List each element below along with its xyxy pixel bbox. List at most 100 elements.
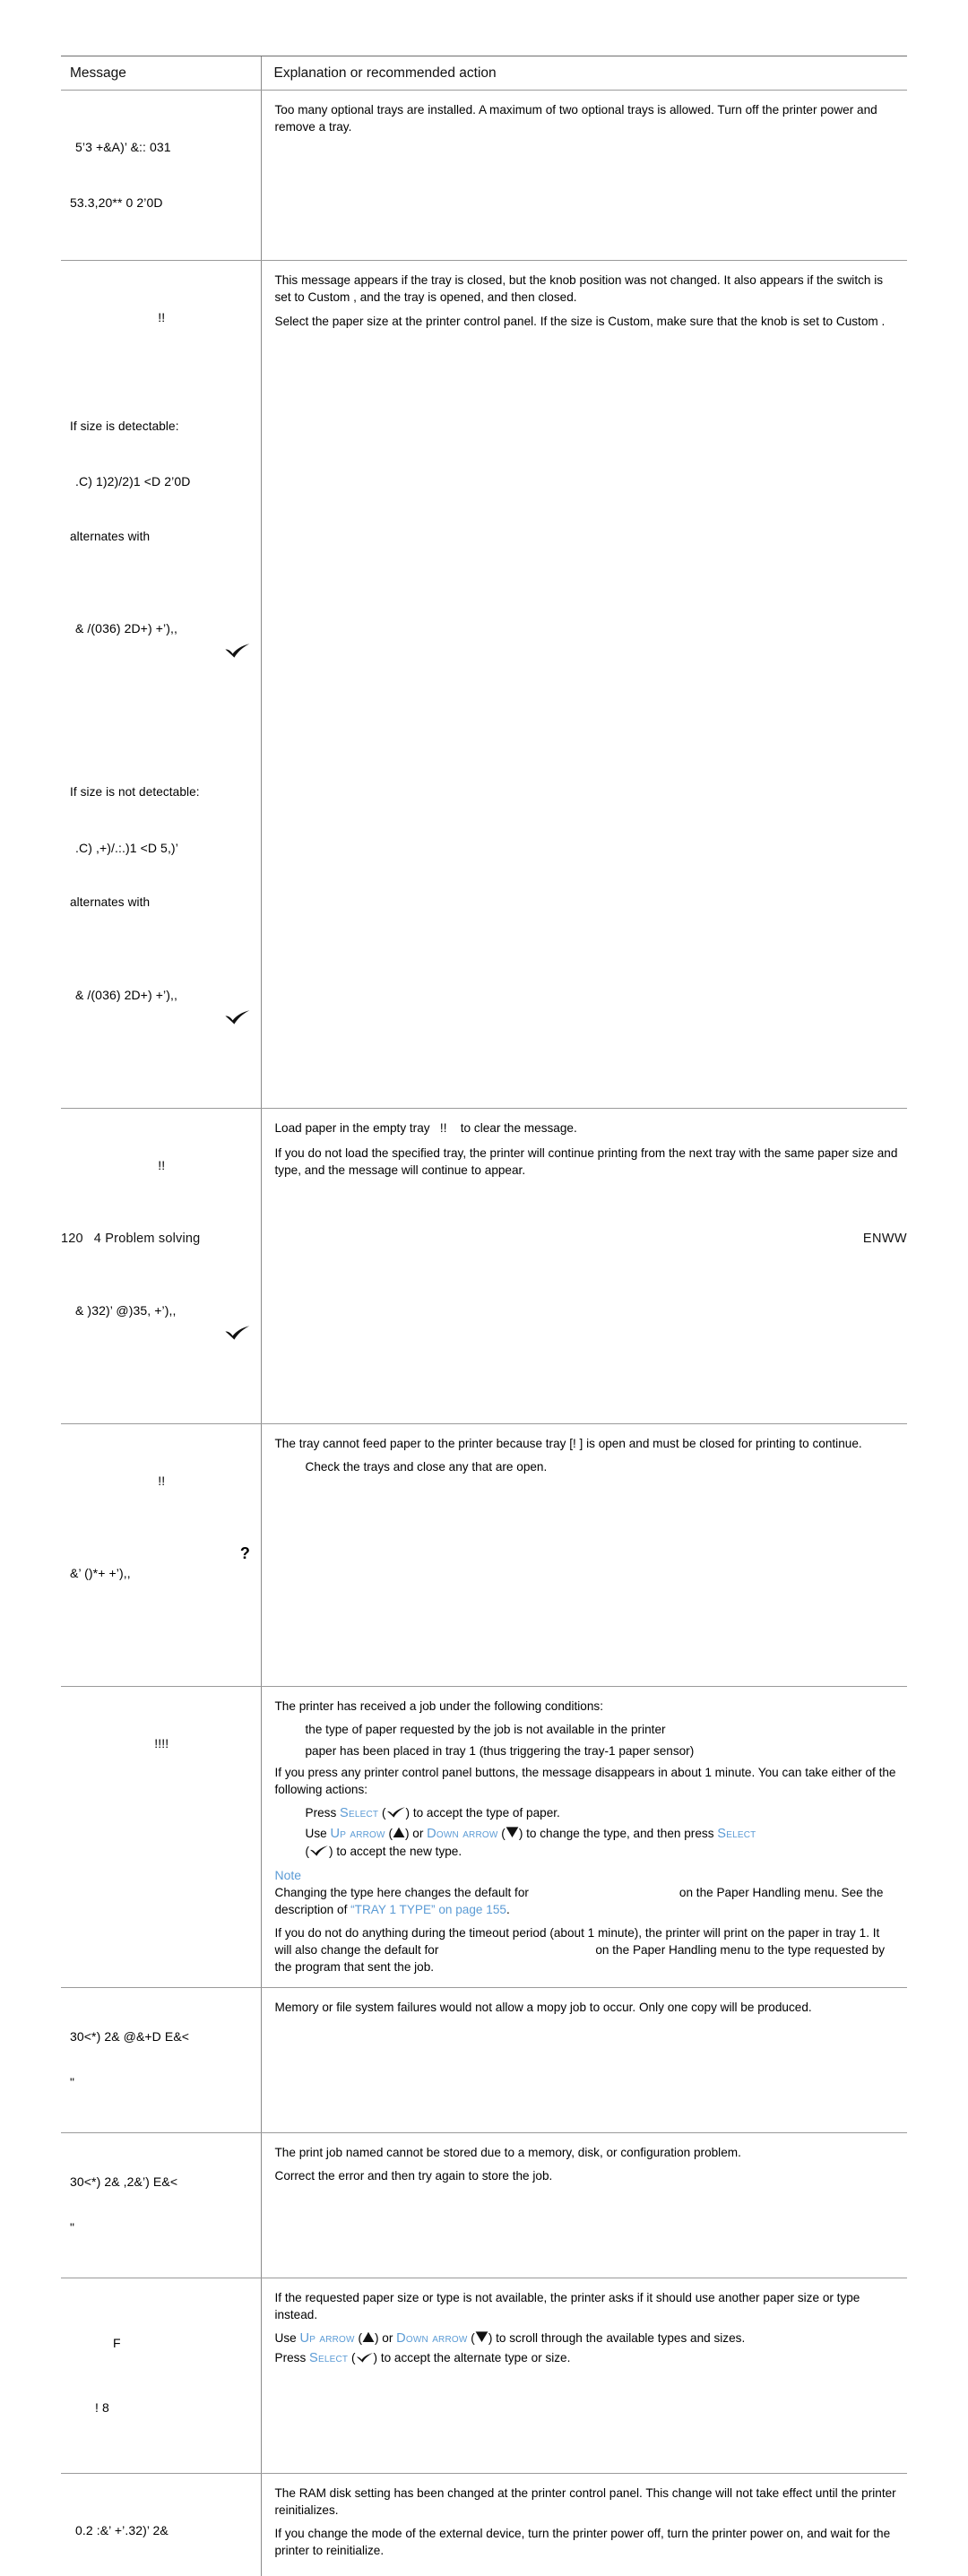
action-press-select: Press Select () to accept the type of pa… <box>305 1805 560 1820</box>
manual-page: Message Explanation or recommended actio… <box>0 0 968 2576</box>
triangle-down-icon <box>475 2330 488 2347</box>
message-code-line: 53.3,20** 0 2’0D <box>70 194 163 210</box>
footer-left: 120 4 Problem solving <box>61 1232 200 1246</box>
explanation-paragraph: If you press any printer control panel b… <box>274 1765 896 1796</box>
explanation-cell: Too many optional trays are installed. A… <box>260 90 907 261</box>
message-code-line: 5’3 +&A)’ &:: 031 <box>75 140 171 154</box>
explanation-cell: The tray cannot feed paper to the printe… <box>260 1423 907 1687</box>
table-row: 5’3 +&A)’ &:: 031 53.3,20** 0 2’0D Too m… <box>61 90 907 261</box>
text-fragment: ) to accept the new type. <box>329 1844 462 1858</box>
text-fragment: ) to accept the alternate type or size. <box>373 2350 571 2364</box>
action-scroll: Use Up arrow () or Down arrow () to scro… <box>274 2330 746 2347</box>
message-code-line: " <box>70 2074 75 2089</box>
table-row: 0.2 :&’ +’.32)’ 2& ’).3.2.0*.C) The RAM … <box>61 2473 907 2576</box>
explanation-intro: The printer has received a job under the… <box>274 1699 604 1713</box>
text-fragment: ) to change the type, and then press <box>518 1826 714 1840</box>
message-code-line: !! <box>158 1157 166 1172</box>
explanation-cell: The RAM disk setting has been changed at… <box>260 2473 907 2576</box>
table-row: !! If size is detectable: .C) 1)2)/2)1 <… <box>61 260 907 1109</box>
message-code-line: F <box>113 2335 121 2350</box>
message-code-line: !!!! <box>154 1735 169 1750</box>
condition-label: If size is not detectable: <box>70 785 200 799</box>
check-icon <box>356 2352 374 2364</box>
table-row: !! &’ ()*+ +’),, ? The tray cannot feed … <box>61 1423 907 1687</box>
explanation-subparagraph: Check the trays and close any that are o… <box>305 1460 548 1474</box>
triangle-up-icon <box>362 2330 375 2347</box>
explanation-cell: Load paper in the empty tray !! to clear… <box>260 1108 907 1424</box>
message-cell: 5’3 +&A)’ &:: 031 53.3,20** 0 2’0D <box>61 90 261 261</box>
explanation-paragraph: Correct the error and then try again to … <box>274 2168 553 2183</box>
explanation-paragraph: Memory or file system failures would not… <box>274 2000 812 2014</box>
note-body: Changing the type here changes the defau… <box>275 1884 899 1918</box>
chapter-label: 4 Problem solving <box>93 1232 201 1246</box>
explanation-cell: The printer has received a job under the… <box>260 1686 907 1988</box>
text-fragment: Use <box>305 1826 327 1840</box>
explanation-bullet: the type of paper requested by the job i… <box>305 1722 666 1736</box>
message-code-line: !! <box>158 310 166 324</box>
text-fragment: to clear the message. <box>460 1120 577 1135</box>
page-footer: 120 4 Problem solving ENWW <box>61 1232 907 1246</box>
message-cell: !! & )32)’ @)35, +’),, <box>61 1108 261 1424</box>
key-label-select: Select <box>717 1826 756 1841</box>
page-number: 120 <box>61 1232 83 1246</box>
condition-label: If size is detectable: <box>70 419 179 433</box>
cross-reference-link[interactable]: “TRAY 1 TYPE” on page 155 <box>350 1903 506 1916</box>
message-code-line: 30<*) 2& @&+D E&< <box>70 2028 190 2044</box>
action-press-select: Press Select () to accept the alternate … <box>274 2350 571 2365</box>
explanation-paragraph: If the requested paper size or type is n… <box>274 2290 860 2321</box>
explanation-paragraph: The print job named cannot be stored due… <box>274 2145 741 2159</box>
explanation-paragraph: The RAM disk setting has been changed at… <box>274 2485 896 2517</box>
message-cell: 30<*) 2& @&+D E&< " <box>61 1987 261 2133</box>
table-row: !!!! The printer has received a job unde… <box>61 1686 907 1988</box>
key-label-up-arrow: Up arrow <box>299 2330 355 2346</box>
explanation-paragraph: Too many optional trays are installed. A… <box>274 103 877 134</box>
message-code-line: 0.2 :&’ +’.32)’ 2& <box>75 2522 169 2537</box>
text-fragment: . <box>506 1902 510 1916</box>
explanation-cell: The print job named cannot be stored due… <box>260 2132 907 2278</box>
check-icon <box>386 1806 406 1819</box>
text-fragment: ) or <box>404 1826 424 1840</box>
table-row: 30<*) 2& ,2&’) E&< " The print job named… <box>61 2132 907 2278</box>
explanation-paragraph: Load paper in the empty tray !! to clear… <box>275 1119 899 1138</box>
message-cell: 0.2 :&’ +’.32)’ 2& ’).3.2.0*.C) <box>61 2473 261 2576</box>
triangle-up-icon <box>393 1826 405 1843</box>
explanation-paragraph: If you do not load the specified tray, t… <box>274 1146 898 1177</box>
explanation-paragraph: Select the paper size at the printer con… <box>274 315 886 328</box>
action-change-type: Use Up arrow () or Down arrow () to chan… <box>305 1826 756 1858</box>
inline-message-code: !! <box>439 1120 447 1135</box>
check-icon <box>309 1845 329 1857</box>
printer-messages-table: Message Explanation or recommended actio… <box>61 56 907 2576</box>
explanation-cell: Memory or file system failures would not… <box>260 1987 907 2133</box>
text-fragment: Changing the type here changes the defau… <box>274 1885 529 1899</box>
message-cell: 30<*) 2& ,2&’) E&< " <box>61 2132 261 2278</box>
column-header-explanation: Explanation or recommended action <box>260 56 907 91</box>
table-row: F ! 8 If the requested paper size or typ… <box>61 2278 907 2474</box>
message-code-line: .C) 1)2)/2)1 <D 2’0D <box>75 474 191 488</box>
key-label-select: Select <box>309 2350 349 2365</box>
message-code-line: " <box>70 2219 75 2235</box>
key-label-down-arrow: Down arrow <box>427 1826 498 1841</box>
key-label-up-arrow: Up arrow <box>330 1826 385 1841</box>
text-fragment: Use <box>274 2330 297 2345</box>
explanation-paragraph: This message appears if the tray is clos… <box>274 273 884 304</box>
triangle-down-icon <box>506 1826 519 1843</box>
message-code-line: ! 8 <box>95 2399 109 2415</box>
text-fragment: Press <box>274 2350 307 2364</box>
key-label-down-arrow: Down arrow <box>396 2330 468 2346</box>
text-fragment: Press <box>305 1805 337 1820</box>
message-cell: F ! 8 <box>61 2278 261 2474</box>
text-fragment: Load paper in the empty tray <box>274 1120 430 1135</box>
message-code-line: !! <box>158 1474 166 1488</box>
explanation-paragraph: The tray cannot feed paper to the printe… <box>274 1437 862 1450</box>
note-label: Note <box>274 1867 302 1882</box>
key-label-select: Select <box>340 1805 379 1820</box>
timeout-paragraph: If you do not do anything during the tim… <box>275 1924 899 1975</box>
question-mark-glyph: ? <box>239 1544 250 1562</box>
table-header-row: Message Explanation or recommended actio… <box>61 56 907 91</box>
explanation-cell: If the requested paper size or type is n… <box>260 2278 907 2474</box>
text-fragment: ) to accept the type of paper. <box>405 1805 560 1820</box>
column-header-message: Message <box>61 56 261 91</box>
